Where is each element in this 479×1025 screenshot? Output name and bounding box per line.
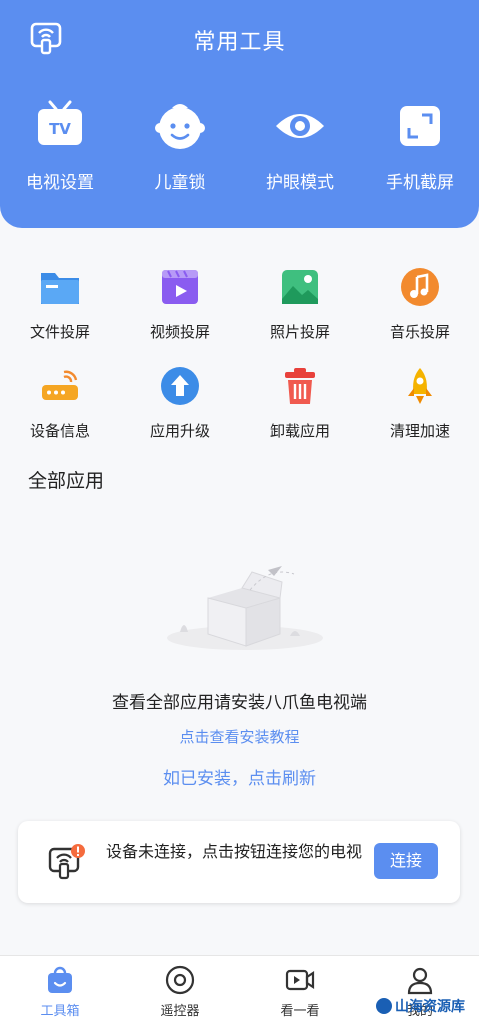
quick-label: 电视设置 [26,173,94,193]
tool-video-cast[interactable]: 视频投屏 [120,265,240,342]
tool-app-upgrade[interactable]: 应用升级 [120,364,240,441]
nav-toolbox[interactable]: 工具箱 [0,964,120,1019]
eye-icon [276,114,324,138]
nav-watch[interactable]: 看一看 [240,964,360,1019]
section-title-all-apps: 全部应用 [28,470,105,492]
toolbox-icon [48,966,72,993]
install-tutorial-link[interactable]: 点击查看安装教程 [0,726,479,747]
quick-label: 儿童锁 [154,173,206,193]
nav-label: 遥控器 [160,1004,200,1019]
tool-uninstall[interactable]: 卸载应用 [240,364,360,441]
connection-card: 设备未连接，点击按钮连接您的电视 连接 [18,821,460,903]
tool-clean-boost[interactable]: 清理加速 [360,364,479,441]
tool-label: 照片投屏 [269,323,330,341]
trash-icon [285,368,315,404]
rocket-icon [408,368,432,404]
tool-label: 音乐投屏 [389,323,450,341]
remote-icon [165,965,195,995]
quick-child-lock[interactable]: 儿童锁 [120,98,240,193]
tool-label: 设备信息 [29,422,90,440]
svg-text:TV: TV [49,120,71,138]
header-panel: 常用工具 TV 电视设置 儿童锁 护眼模式 手机截屏 [0,0,479,228]
tool-label: 应用升级 [149,422,210,440]
quick-label: 手机截屏 [386,173,454,193]
tool-photo-cast[interactable]: 照片投屏 [240,265,360,342]
quick-tv-settings[interactable]: TV 电视设置 [0,98,120,193]
watermark-logo-icon [376,998,392,1014]
nav-remote[interactable]: 遥控器 [120,964,240,1019]
profile-icon [407,967,433,995]
nav-label: 工具箱 [40,1004,80,1019]
tool-label: 清理加速 [389,422,450,440]
folder-icon [41,273,79,304]
watermark-text: 山海资源库 [395,999,465,1015]
quick-label: 护眼模式 [266,173,334,193]
watch-icon [285,969,315,991]
router-icon [42,370,78,400]
quick-screenshot[interactable]: 手机截屏 [360,98,479,193]
tv-icon: TV [38,100,82,145]
empty-box-illustration [167,566,323,650]
nav-label: 看一看 [280,1004,320,1019]
connect-button[interactable]: 连接 [374,843,438,879]
upgrade-icon [161,367,199,405]
child-face-icon [155,104,205,149]
tool-label: 卸载应用 [269,422,330,440]
screenshot-icon [400,106,440,146]
quick-actions: TV 电视设置 儿童锁 护眼模式 手机截屏 [0,98,479,208]
page-title: 常用工具 [193,30,286,55]
connection-message: 设备未连接，点击按钮连接您的电视 [106,842,363,861]
tool-label: 文件投屏 [29,323,90,341]
tool-music-cast[interactable]: 音乐投屏 [360,265,479,342]
music-icon [401,268,439,306]
tool-file-cast[interactable]: 文件投屏 [0,265,120,342]
cast-warning-icon [48,844,85,880]
watermark: 山海资源库 [376,996,479,1024]
refresh-link[interactable]: 如已安装，点击刷新 [0,764,479,789]
tool-device-info[interactable]: 设备信息 [0,364,120,441]
tool-label: 视频投屏 [149,323,210,341]
video-icon [162,270,198,304]
photo-icon [282,270,318,304]
quick-eye-care[interactable]: 护眼模式 [240,98,360,193]
empty-state-text: 查看全部应用请安装八爪鱼电视端 [112,693,367,713]
